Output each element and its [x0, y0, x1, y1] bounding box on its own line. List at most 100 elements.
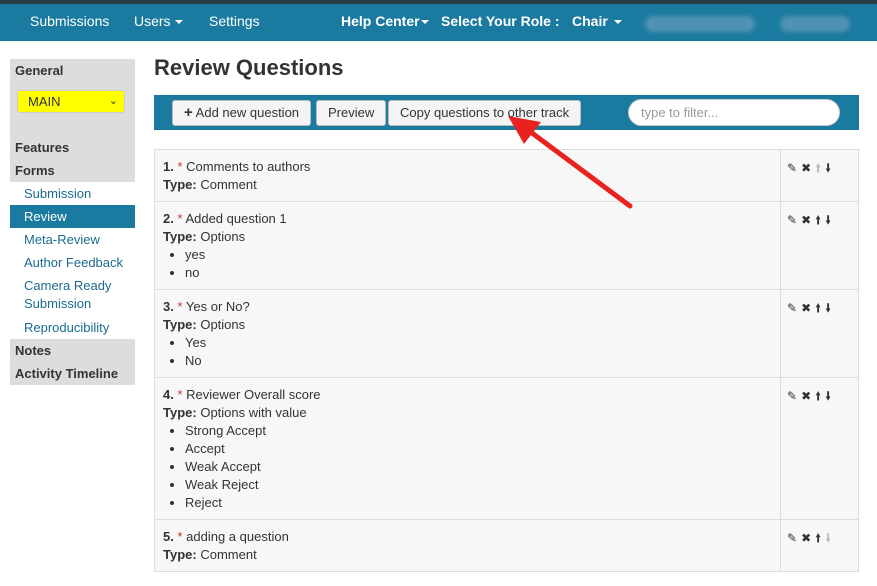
question-row: 2. * Added question 1Type: Optionsyesno✎…: [155, 202, 858, 290]
required-star-icon: *: [177, 211, 183, 226]
plus-icon: +: [184, 104, 193, 121]
question-title: Yes or No?: [185, 299, 250, 314]
nav-settings[interactable]: Settings: [209, 13, 260, 29]
required-star-icon: *: [177, 159, 183, 174]
track-select[interactable]: MAIN ⌄: [17, 90, 125, 113]
nav-submissions[interactable]: Submissions: [30, 13, 109, 29]
edit-icon[interactable]: ✎: [787, 161, 801, 175]
question-actions: ✎✖🠙🠛: [780, 378, 858, 519]
question-action-icons: ✎✖🠙🠛: [787, 159, 835, 180]
sidebar-features[interactable]: Features: [10, 136, 135, 159]
top-navbar: Submissions Users Settings Help Center S…: [0, 0, 877, 41]
question-option: Weak Accept: [185, 458, 773, 476]
move-down-icon[interactable]: 🠛: [825, 389, 835, 403]
questions-toolbar: + Add new question Preview Copy question…: [154, 95, 859, 130]
move-down-icon[interactable]: 🠛: [825, 213, 835, 227]
edit-icon[interactable]: ✎: [787, 389, 801, 403]
role-dropdown[interactable]: Chair: [572, 13, 622, 29]
sidebar-item-meta-review[interactable]: Meta-Review: [10, 228, 135, 251]
question-action-icons: ✎✖🠙🠛: [787, 387, 835, 408]
edit-icon[interactable]: ✎: [787, 301, 801, 315]
question-body: 5. * adding a question Type: Comment: [155, 520, 781, 571]
question-number: 5.: [163, 529, 174, 544]
nav-help-center-label: Help Center: [341, 13, 420, 29]
sidebar-item-submission[interactable]: Submission: [10, 182, 135, 205]
sidebar-activity-timeline[interactable]: Activity Timeline: [10, 362, 135, 385]
question-option: no: [185, 264, 773, 282]
question-option: Reject: [185, 494, 773, 512]
question-action-icons: ✎✖🠙🠛: [787, 211, 835, 232]
sidebar-item-author-feedback[interactable]: Author Feedback: [10, 251, 135, 274]
move-up-icon[interactable]: 🠙: [815, 301, 825, 315]
move-up-icon[interactable]: 🠙: [815, 531, 825, 545]
filter-input[interactable]: type to filter...: [628, 99, 840, 126]
question-type-line: Type: Comment: [163, 546, 773, 564]
questions-table: 1. * Comments to authors Type: Comment ✎✖🠙…: [154, 149, 859, 572]
question-title-line: 2. * Added question 1: [163, 210, 773, 228]
delete-icon[interactable]: ✖: [801, 389, 815, 403]
move-down-icon[interactable]: 🠛: [825, 301, 835, 315]
question-body: 1. * Comments to authors Type: Comment: [155, 150, 781, 201]
question-number: 1.: [163, 159, 174, 174]
question-action-icons: ✎✖🠙🠛: [787, 529, 835, 550]
question-option: Yes: [185, 334, 773, 352]
question-title-line: 5. * adding a question: [163, 528, 773, 546]
question-body: 4. * Reviewer Overall score Type: Options…: [155, 378, 781, 519]
question-type-line: Type: Options with value: [163, 404, 773, 422]
question-title: Added question 1: [185, 211, 287, 226]
edit-icon[interactable]: ✎: [787, 531, 801, 545]
delete-icon[interactable]: ✖: [801, 161, 815, 175]
question-type-line: Type: Options: [163, 228, 773, 246]
question-row: 4. * Reviewer Overall score Type: Options…: [155, 378, 858, 520]
question-options: YesNo: [163, 334, 773, 370]
move-up-icon[interactable]: 🠙: [815, 213, 825, 227]
question-action-icons: ✎✖🠙🠛: [787, 299, 835, 320]
move-down-icon[interactable]: 🠛: [825, 531, 835, 545]
sidebar-forms[interactable]: Forms: [10, 159, 135, 182]
nav-users[interactable]: Users: [134, 13, 183, 29]
question-actions: ✎✖🠙🠛: [780, 202, 858, 289]
delete-icon[interactable]: ✖: [801, 531, 815, 545]
question-body: 2. * Added question 1Type: Optionsyesno: [155, 202, 781, 289]
sidebar-item-camera-ready[interactable]: Camera Ready Submission: [10, 274, 135, 316]
required-star-icon: *: [177, 387, 183, 402]
required-star-icon: *: [177, 299, 183, 314]
redacted-user-info: [645, 16, 755, 32]
nav-help-center[interactable]: Help Center: [341, 13, 429, 29]
move-up-icon[interactable]: 🠙: [815, 161, 825, 175]
sidebar-item-review[interactable]: Review: [10, 205, 135, 228]
role-dropdown-label: Chair: [572, 13, 608, 29]
preview-button[interactable]: Preview: [316, 100, 387, 126]
question-title-line: 3. * Yes or No?: [163, 298, 773, 316]
question-type-label: Type:: [163, 405, 197, 420]
question-option: Weak Reject: [185, 476, 773, 494]
question-title-line: 4. * Reviewer Overall score: [163, 386, 773, 404]
copy-questions-button[interactable]: Copy questions to other track: [388, 100, 582, 126]
move-up-icon[interactable]: 🠙: [815, 389, 825, 403]
question-type: Options: [200, 317, 246, 332]
question-actions: ✎✖🠙🠛: [780, 290, 858, 377]
question-number: 3.: [163, 299, 174, 314]
question-options: Strong AcceptAcceptWeak AcceptWeak Rejec…: [163, 422, 773, 512]
edit-icon[interactable]: ✎: [787, 213, 801, 227]
track-select-value: MAIN: [28, 94, 61, 109]
required-star-icon: *: [177, 529, 183, 544]
question-title-line: 1. * Comments to authors: [163, 158, 773, 176]
sidebar-notes[interactable]: Notes: [10, 339, 135, 362]
question-option: Accept: [185, 440, 773, 458]
add-question-label: Add new question: [195, 105, 300, 120]
question-type-label: Type:: [163, 547, 197, 562]
add-question-button[interactable]: + Add new question: [172, 100, 312, 126]
sidebar-item-reproducibility[interactable]: Reproducibility: [10, 316, 135, 339]
redacted-user-menu: [780, 16, 850, 32]
page-title: Review Questions: [154, 55, 344, 80]
question-actions: ✎✖🠙🠛: [780, 150, 858, 201]
delete-icon[interactable]: ✖: [801, 301, 815, 315]
delete-icon[interactable]: ✖: [801, 213, 815, 227]
question-row: 1. * Comments to authors Type: Comment ✎✖🠙…: [155, 150, 858, 202]
question-title: Reviewer Overall score: [186, 387, 321, 402]
select-role-label: Select Your Role :: [441, 13, 560, 29]
move-down-icon[interactable]: 🠛: [825, 161, 835, 175]
sidebar-general[interactable]: General: [10, 59, 135, 82]
question-type-line: Type: Comment: [163, 176, 773, 194]
